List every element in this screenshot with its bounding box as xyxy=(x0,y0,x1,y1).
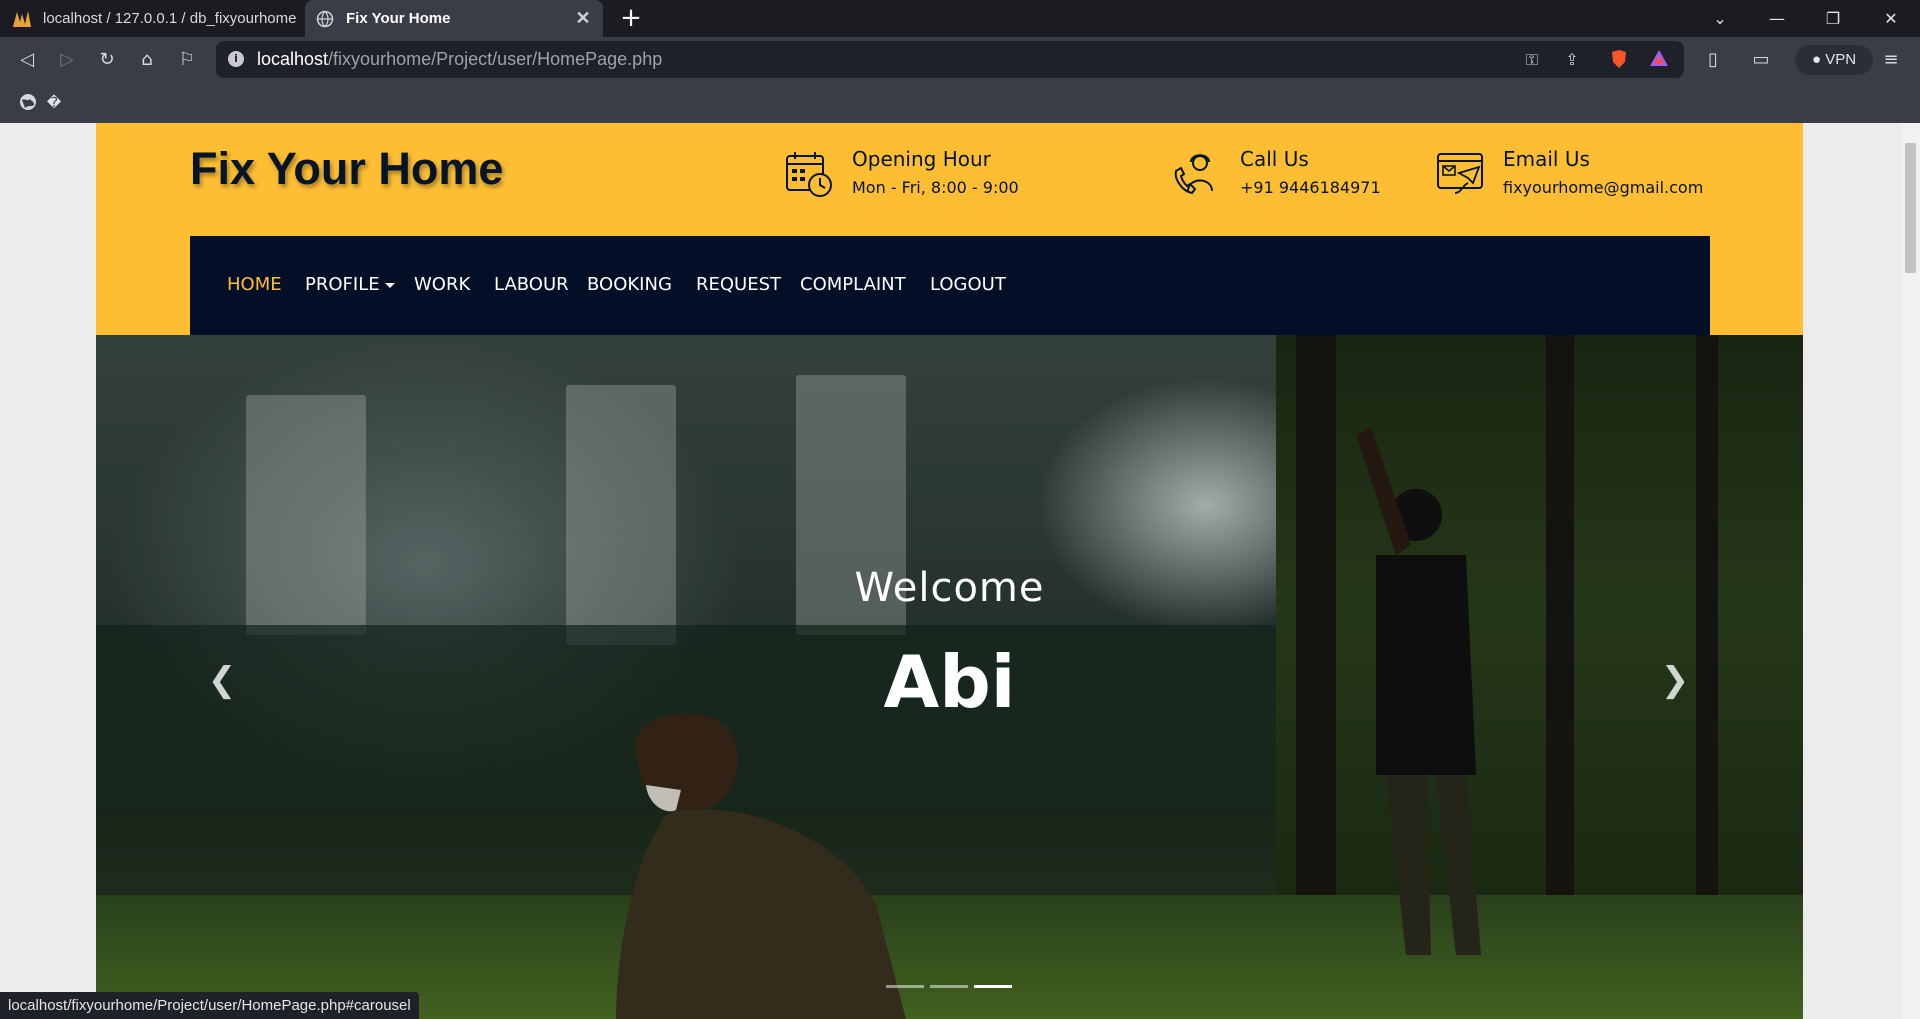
bookmark-icon[interactable]: ⚐ xyxy=(172,45,202,75)
wallet-icon[interactable]: ▭ xyxy=(1746,45,1776,75)
back-icon[interactable]: ◁ xyxy=(12,45,42,75)
vpn-button[interactable]: ● VPN xyxy=(1795,45,1873,75)
tab-search-chevron-icon[interactable]: ⌄ xyxy=(1695,0,1745,37)
hero-carousel: Welcome Abi ❮ ❯ xyxy=(96,335,1803,1019)
bookmark-item[interactable]: � xyxy=(44,93,64,113)
brave-shield-icon[interactable] xyxy=(1608,49,1630,71)
tab-phpmyadmin[interactable]: localhost / 127.0.0.1 / db_fixyourhome xyxy=(0,0,305,37)
address-bar[interactable]: i localhost/fixyourhome/Project/user/Hom… xyxy=(216,41,1684,78)
info-title: Email Us xyxy=(1503,147,1590,171)
info-subtitle: +91 9446184971 xyxy=(1240,178,1381,197)
site-topbar: Fix Your Home Opening Hour Mon - Fri, 8:… xyxy=(96,123,1803,236)
globe-icon xyxy=(315,9,335,29)
close-tab-icon[interactable]: ✕ xyxy=(573,8,593,28)
browser-tab-bar: localhost / 127.0.0.1 / db_fixyourhome F… xyxy=(0,0,1920,37)
nav-logout[interactable]: LOGOUT xyxy=(930,274,1006,295)
minimize-button[interactable]: — xyxy=(1752,0,1802,37)
brave-rewards-icon[interactable] xyxy=(1648,49,1670,71)
nav-complaint[interactable]: COMPLAINT xyxy=(800,274,906,295)
carousel-indicator-2[interactable] xyxy=(930,985,968,988)
tab-title: Fix Your Home xyxy=(346,10,451,27)
info-title: Call Us xyxy=(1240,147,1309,171)
page-scrollbar[interactable] xyxy=(1901,123,1920,1019)
menu-icon[interactable]: ≡ xyxy=(1876,45,1906,75)
nav-labour[interactable]: LABOUR xyxy=(494,274,569,295)
share-icon[interactable]: ⇪ xyxy=(1561,49,1583,71)
carousel-prev-icon[interactable]: ❮ xyxy=(202,660,242,700)
hero-welcome-text: Welcome xyxy=(854,565,1045,611)
email-icon xyxy=(1437,153,1483,194)
support-agent-icon xyxy=(1174,154,1213,195)
bookmark-globe-icon[interactable] xyxy=(18,93,38,113)
sidebar-toggle-icon[interactable]: ▯ xyxy=(1698,45,1728,75)
new-tab-button[interactable]: + xyxy=(616,4,646,34)
info-title: Opening Hour xyxy=(852,147,991,171)
home-icon[interactable]: ⌂ xyxy=(132,45,162,75)
carousel-next-icon[interactable]: ❯ xyxy=(1655,660,1695,700)
info-subtitle: Mon - Fri, 8:00 - 9:00 xyxy=(852,178,1019,197)
carousel-indicator-1[interactable] xyxy=(886,985,924,988)
site-container: Fix Your Home Opening Hour Mon - Fri, 8:… xyxy=(96,123,1803,1019)
nav-booking[interactable]: BOOKING xyxy=(587,274,672,295)
info-subtitle: fixyourhome@gmail.com xyxy=(1503,178,1704,197)
phpmyadmin-icon xyxy=(12,9,32,29)
restore-button[interactable]: ❐ xyxy=(1808,0,1858,37)
tab-title: localhost / 127.0.0.1 / db_fixyourhome xyxy=(43,10,297,27)
tab-fix-your-home[interactable]: Fix Your Home ✕ xyxy=(305,0,603,37)
reload-icon[interactable]: ↻ xyxy=(92,45,122,75)
nav-request[interactable]: REQUEST xyxy=(696,274,781,295)
forward-icon[interactable]: ▷ xyxy=(52,45,82,75)
carousel-indicators xyxy=(886,985,1016,991)
main-navbar: HOME PROFILE WORK LABOUR BOOKING REQUEST… xyxy=(96,236,1803,335)
chevron-down-icon xyxy=(384,282,395,288)
nav-work[interactable]: WORK xyxy=(414,274,470,295)
url-text[interactable]: localhost/fixyourhome/Project/user/HomeP… xyxy=(257,49,662,70)
carousel-indicator-3[interactable] xyxy=(974,985,1012,988)
key-icon[interactable]: ⚿ xyxy=(1521,49,1543,71)
close-window-button[interactable]: ✕ xyxy=(1866,0,1916,37)
site-info-icon[interactable]: i xyxy=(228,51,244,67)
status-bar-url: localhost/fixyourhome/Project/user/HomeP… xyxy=(0,992,419,1019)
hero-user-name: Abi xyxy=(883,640,1016,724)
scrollbar-thumb[interactable] xyxy=(1905,143,1916,273)
calendar-clock-icon xyxy=(786,152,832,197)
bookmarks-bar: � xyxy=(0,83,1920,123)
nav-profile[interactable]: PROFILE xyxy=(305,274,395,295)
page-viewport: Fix Your Home Opening Hour Mon - Fri, 8:… xyxy=(0,123,1901,1019)
nav-home[interactable]: HOME xyxy=(227,274,282,295)
brand-logo-text[interactable]: Fix Your Home xyxy=(190,143,503,195)
browser-toolbar: ◁ ▷ ↻ ⌂ ⚐ i localhost/fixyourhome/Projec… xyxy=(0,37,1920,83)
